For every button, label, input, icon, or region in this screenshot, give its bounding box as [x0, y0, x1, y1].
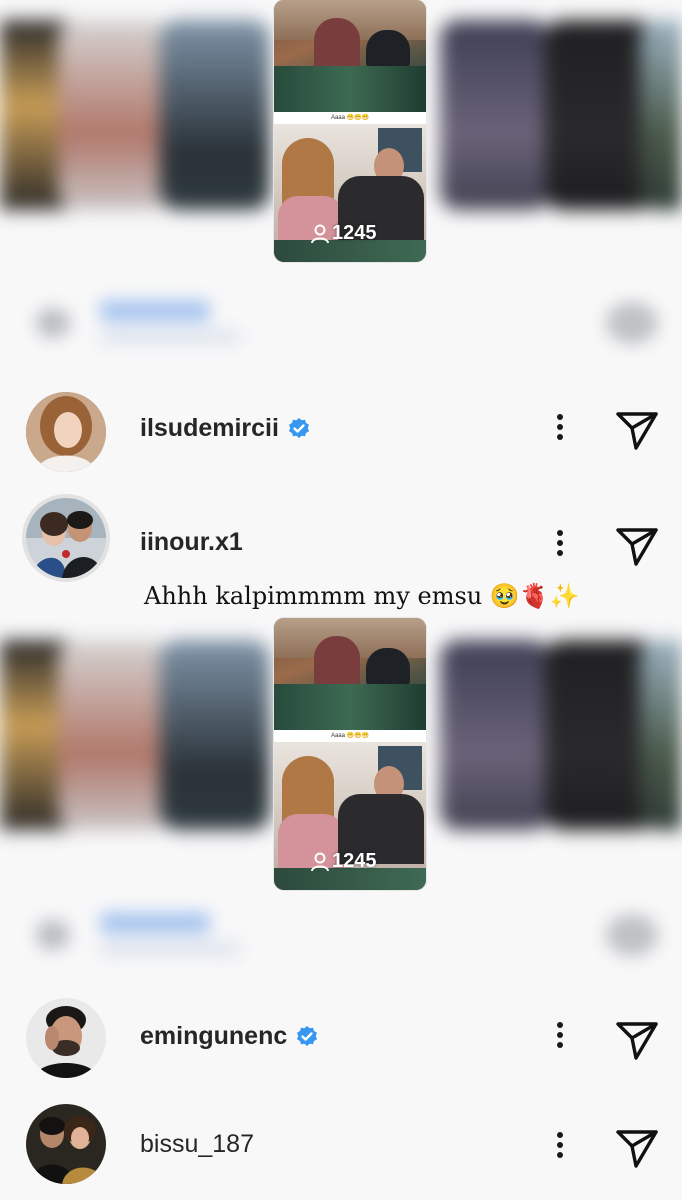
avatar[interactable] [26, 998, 106, 1078]
story-image-top [274, 0, 426, 118]
paper-plane-icon[interactable] [612, 1126, 660, 1170]
more-options-button[interactable] [548, 526, 572, 566]
verified-badge-icon [297, 1025, 318, 1046]
person-icon [311, 852, 329, 871]
avatar[interactable] [26, 1104, 106, 1184]
story-preview-card[interactable]: Aaaa 😁😁😁 1245 [274, 0, 426, 262]
avatar-image [26, 498, 106, 578]
reply-comment-text: Ahhh kalpimmmm my emsu 🥹🫀✨ [144, 582, 580, 610]
blurred-reply-bar [0, 900, 682, 970]
verified-badge-icon [288, 417, 309, 438]
viewer-count: 1245 [310, 222, 377, 245]
viewer-count-value: 1245 [332, 850, 377, 872]
username-text: ilsudemircii [140, 414, 279, 442]
story-image-top [274, 618, 426, 736]
blurred-reply-bar [0, 288, 682, 358]
avatar-image [26, 392, 106, 472]
story-caption: Aaaa 😁😁😁 [274, 112, 426, 124]
username[interactable]: ilsudemircii [140, 414, 311, 443]
more-options-button[interactable] [548, 410, 572, 450]
paper-plane-icon[interactable] [612, 1018, 660, 1062]
paper-plane-icon[interactable] [612, 408, 660, 452]
username[interactable]: bissu_187 [140, 1130, 254, 1159]
username-text: emingunenc [140, 1022, 288, 1050]
avatar[interactable] [26, 392, 106, 472]
viewer-row[interactable]: ilsudemircii [0, 380, 682, 480]
viewer-row[interactable]: bissu_187 [0, 1094, 682, 1194]
viewer-count-value: 1245 [332, 222, 377, 244]
story-viewers-screen: Aaaa 😁😁😁 1245 ilsudemircii iinour.x1 Ahh… [0, 0, 682, 1200]
avatar-image [26, 998, 106, 1078]
viewer-row[interactable]: emingunenc [0, 986, 682, 1086]
viewer-row[interactable]: iinour.x1 [0, 494, 682, 594]
more-options-button[interactable] [548, 1128, 572, 1168]
story-caption: Aaaa 😁😁😁 [274, 730, 426, 742]
avatar[interactable] [26, 498, 106, 578]
avatar-image [26, 1104, 106, 1184]
username-text: iinour.x1 [140, 528, 243, 556]
username-text: bissu_187 [140, 1130, 254, 1158]
viewer-count: 1245 [310, 850, 377, 873]
person-icon [311, 224, 329, 243]
username[interactable]: emingunenc [140, 1022, 319, 1051]
paper-plane-icon[interactable] [612, 524, 660, 568]
more-options-button[interactable] [548, 1018, 572, 1058]
username[interactable]: iinour.x1 [140, 528, 243, 557]
story-preview-card[interactable]: Aaaa 😁😁😁 1245 [274, 618, 426, 890]
